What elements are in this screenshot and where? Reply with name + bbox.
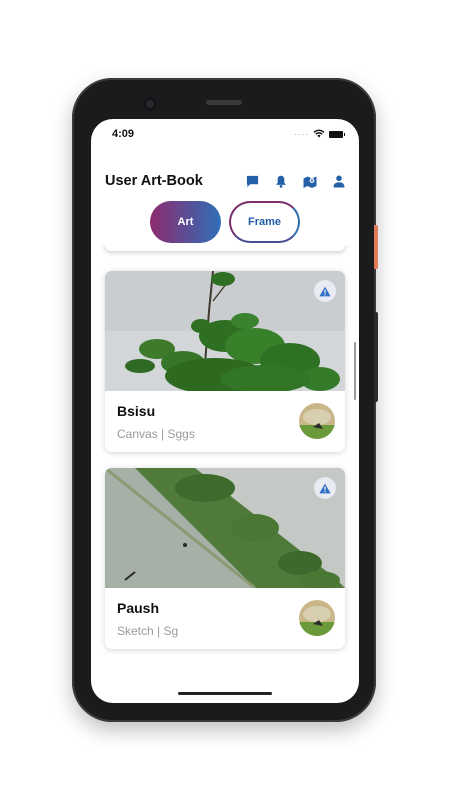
status-time: 4:09 (112, 128, 135, 140)
bell-icon[interactable] (273, 173, 289, 189)
avatar[interactable] (299, 600, 335, 636)
art-card[interactable]: Bsisu Canvas | Sggs (105, 271, 345, 452)
previous-card-edge (105, 245, 345, 251)
avatar[interactable] (299, 403, 335, 439)
volume-button (374, 312, 378, 402)
page-title: User Art-Book (105, 173, 203, 189)
front-camera (144, 98, 156, 110)
status-bar: 4:09 ···· (91, 119, 359, 149)
person-icon[interactable] (331, 173, 347, 189)
app-bar: User Art-Book (91, 167, 359, 195)
phone-speaker (206, 100, 242, 105)
wifi-icon (313, 125, 325, 143)
battery-icon (329, 130, 345, 138)
art-image (105, 468, 345, 588)
card-body: Paush Sketch | Sg (105, 588, 345, 649)
signal-dots-icon: ···· (294, 129, 309, 139)
map-icon[interactable] (302, 173, 318, 189)
scrollbar[interactable] (354, 342, 356, 400)
warning-icon[interactable] (314, 477, 336, 499)
app-screen: 4:09 ···· User Art-Book Art Frame Bsisu … (91, 119, 359, 703)
app-bar-actions (244, 173, 347, 189)
art-feed[interactable]: Bsisu Canvas | Sggs Paush Sketch | Sg (91, 245, 359, 703)
warning-icon[interactable] (314, 280, 336, 302)
chat-icon[interactable] (244, 173, 260, 189)
power-button (374, 225, 378, 269)
status-icons: ···· (294, 125, 345, 143)
tab-art[interactable]: Art (150, 201, 221, 243)
art-card[interactable]: Paush Sketch | Sg (105, 468, 345, 649)
home-indicator[interactable] (178, 692, 272, 695)
art-frame-toggle: Art Frame (91, 201, 359, 245)
art-image (105, 271, 345, 391)
tab-frame[interactable]: Frame (229, 201, 300, 243)
card-body: Bsisu Canvas | Sggs (105, 391, 345, 452)
